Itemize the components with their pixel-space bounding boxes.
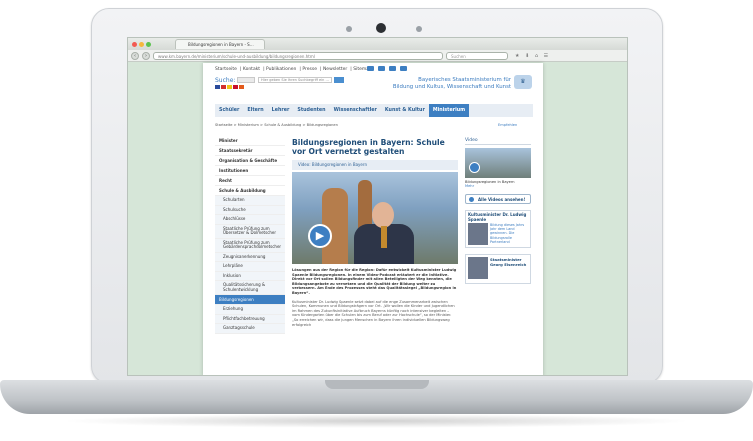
video-thumbnail[interactable] [465,148,531,178]
search-label: Suche: [215,77,236,84]
sidebar-item[interactable]: Staatliche Prüfung zum Übersetzer & Dolm… [215,224,285,239]
tab-schueler[interactable]: Schüler [215,104,243,117]
play-icon[interactable]: ▶ [308,224,332,248]
easy-language-icon[interactable] [378,66,385,71]
video-more-link[interactable]: Mehr [465,184,531,188]
video-heading: Video [465,138,531,145]
article-body: Kultusminister Dr. Ludwig Spaenle setzt … [292,299,455,327]
minimize-window-icon[interactable] [139,41,144,47]
web-page: Startseite | Kontakt | Publikationen | Pres… [203,63,543,375]
sensor-icon [346,26,352,32]
sidebar-item[interactable]: Schularten [215,196,285,206]
forward-icon[interactable]: › [142,51,150,60]
ministry-line: Bildung und Kultus, Wissenschaft und Kun… [392,83,511,90]
sidebar-item[interactable]: Institutionen [215,166,285,176]
laptop-shadow [60,414,693,428]
laptop-scene: Bildungsregionen in Bayern - S… ‹ › www.… [0,0,753,441]
sidebar-item[interactable]: Qualitätssicherung & Schulentwicklung [215,281,285,295]
sidebar-item[interactable]: Staatssekretär [215,146,285,156]
state-minister-box[interactable]: Staatsminister Georg Eisenreich [465,254,531,284]
sign-language-icon[interactable] [367,66,374,71]
video-label: Video: Bildungsregionen in Bayern [292,160,458,170]
camera-icon [376,23,386,33]
sidebar-item[interactable]: Pflichtfachbetreuung [215,314,285,324]
meta-link[interactable]: Publikationen [266,67,296,72]
ministry-name: Bayerisches Staatsministerium für Bildun… [381,77,511,90]
meta-link[interactable]: Presse [302,67,317,72]
state-minister-portrait [468,257,488,279]
browser-search-field[interactable]: Suchen [446,51,508,60]
right-column: Video Bildungsregionen in Bayern Mehr Al… [465,138,531,284]
search-button[interactable] [334,77,344,83]
all-videos-button[interactable]: Alle Videos ansehen! [465,194,531,205]
sidebar-item[interactable]: Recht [215,176,285,186]
tab-eltern[interactable]: Eltern [243,104,267,117]
sidebar-item[interactable]: Ganztagsschule [215,324,285,334]
address-bar[interactable]: www.km.bayern.de/ministerium/schule-und-… [153,51,443,60]
breadcrumb[interactable]: Startseite > Ministerium > Schule & Ausb… [215,123,338,127]
page-title: Bildungsregionen in Bayern: Schule vor O… [292,138,445,156]
play-icon[interactable] [469,162,480,173]
close-window-icon[interactable] [132,41,137,47]
sidebar-item[interactable]: Lehrpläne [215,262,285,272]
browser-toolbar: ‹ › www.km.bayern.de/ministerium/schule-… [128,50,627,62]
accessibility-icons [367,66,407,71]
article: Bildungsregionen in Bayern: Schule vor O… [292,138,458,327]
flag-icon[interactable] [239,85,244,89]
laptop-screen: Bildungsregionen in Bayern - S… ‹ › www.… [127,37,628,376]
sensor-icon [416,26,422,32]
video-player[interactable]: ▶ [292,172,458,264]
language-flags [215,85,244,89]
minister-box: Kultusminister Dr. Ludwig Spaenle Bildun… [465,210,531,248]
meta-link[interactable]: Newsletter [323,67,347,72]
sidebar-item[interactable]: Schule & Ausbildung [215,186,285,196]
browser-tool-icons[interactable]: ★ ⬇ ⌂ ☰ [515,53,550,59]
flag-icon[interactable] [215,85,220,89]
tab-studenten[interactable]: Studenten [293,104,329,117]
minister-portrait [468,223,488,245]
main-navigation: Schüler Eltern Lehrer Studenten Wissensc… [215,104,533,117]
audio-icon[interactable] [389,66,396,71]
sidebar-item[interactable]: Bildungsregionen [215,295,285,305]
laptop-notch [325,380,429,389]
tab-ministerium[interactable]: Ministerium [428,104,470,117]
flag-icon[interactable] [221,85,226,89]
recommend-link[interactable]: Empfehlen [498,123,517,127]
sidebar-item[interactable]: Abschlüsse [215,215,285,225]
rss-icon[interactable] [400,66,407,71]
search-scope-select[interactable] [237,77,255,83]
meta-link[interactable]: Startseite [215,67,237,72]
meta-links: Startseite | Kontakt | Publikationen | Pres… [215,67,372,72]
sidebar-item[interactable]: Organisation & Geschäfte [215,156,285,166]
article-lead: Lösungen aus der Region für die Region: … [292,268,457,295]
minister-title[interactable]: Kultusminister Dr. Ludwig Spaenle [468,213,528,223]
browser-tab[interactable]: Bildungsregionen in Bayern - S… [175,39,265,49]
sidebar-item[interactable]: Inklusion [215,271,285,281]
flag-icon[interactable] [233,85,238,89]
sidebar-item[interactable]: Staatliche Prüfung zum Gebärdensprachdol… [215,238,285,253]
sidebar-item[interactable]: Schulsuche [215,205,285,215]
bavaria-crest-icon[interactable]: ♛ [514,75,532,89]
zoom-window-icon[interactable] [146,41,151,47]
back-icon[interactable]: ‹ [131,51,139,60]
video-frame-speaker [354,202,414,264]
sidebar-item[interactable]: Minister [215,136,285,146]
browser-tab-bar: Bildungsregionen in Bayern - S… [128,38,627,50]
tab-wissenschaftler[interactable]: Wissenschaftler [330,104,381,117]
meta-link[interactable]: Kontakt [243,67,260,72]
flag-icon[interactable] [227,85,232,89]
state-minister-title: Staatsminister Georg Eisenreich [490,257,527,267]
sidebar-item[interactable]: Zeugnisanerkennung [215,252,285,262]
search-input[interactable]: Hier geben Sie Ihren Suchbegriff ein … [258,77,332,83]
tab-lehrer[interactable]: Lehrer [268,104,294,117]
tab-kunst-kultur[interactable]: Kunst & Kultur [381,104,429,117]
sidebar-item[interactable]: Erziehung [215,305,285,315]
sidebar: Minister Staatssekretär Organisation & Ges… [215,136,285,334]
